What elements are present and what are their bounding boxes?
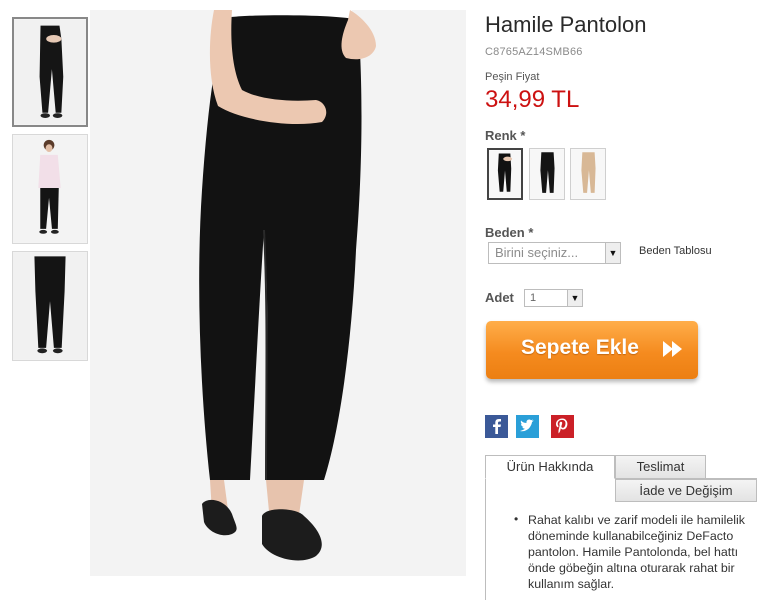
product-price: 34,99 TL — [485, 86, 580, 113]
thumbnail-model[interactable] — [12, 134, 88, 244]
product-thumbnail-image — [13, 252, 87, 360]
size-select-value: Birini seçiniz... — [495, 245, 579, 260]
double-arrow-icon — [663, 341, 682, 357]
size-table-link[interactable]: Beden Tablosu — [639, 245, 712, 257]
product-thumbnail-image — [14, 19, 86, 125]
quantity-select[interactable]: 1 ▼ — [524, 289, 583, 307]
product-thumbnail-image — [13, 135, 87, 243]
bullet-icon: • — [514, 512, 519, 526]
facebook-icon — [485, 415, 508, 438]
quantity-label: Adet — [485, 290, 514, 305]
product-title: Hamile Pantolon — [485, 12, 647, 37]
tab-delivery[interactable]: Teslimat — [615, 455, 706, 479]
thumbnail-front[interactable] — [12, 17, 88, 127]
thumbnail-back[interactable] — [12, 251, 88, 361]
add-to-cart-button[interactable]: Sepete Ekle — [486, 321, 698, 379]
dropdown-arrow-icon: ▼ — [567, 290, 582, 306]
beige-pants-swatch-image — [571, 149, 605, 199]
tab-returns[interactable]: İade ve Değişim — [615, 479, 757, 502]
product-sku: C8765AZ14SMB66 — [485, 46, 583, 58]
product-description: Rahat kalıbı ve zarif modeli ile hamilel… — [528, 513, 745, 591]
size-select[interactable]: Birini seçiniz... ▼ — [488, 242, 621, 264]
twitter-icon — [516, 415, 539, 438]
quantity-value: 1 — [530, 292, 537, 304]
black-pants-swatch-image — [489, 150, 521, 198]
color-swatch-black-front[interactable] — [487, 148, 523, 200]
facebook-share-button[interactable] — [485, 415, 508, 438]
black-pants-swatch-image — [530, 149, 564, 199]
size-label: Beden * — [485, 225, 534, 240]
dropdown-arrow-icon: ▼ — [605, 243, 620, 263]
main-product-image — [90, 10, 466, 576]
price-label: Peşin Fiyat — [485, 71, 540, 83]
color-swatch-black-side[interactable] — [529, 148, 565, 200]
pinterest-share-button[interactable] — [551, 415, 574, 438]
twitter-share-button[interactable] — [516, 415, 539, 438]
add-to-cart-label: Sepete Ekle — [521, 336, 639, 359]
pinterest-icon — [551, 415, 574, 438]
product-photo — [90, 10, 466, 576]
tab-product-info[interactable]: Ürün Hakkında — [485, 455, 615, 479]
color-swatch-beige[interactable] — [570, 148, 606, 200]
color-label: Renk * — [485, 128, 526, 143]
